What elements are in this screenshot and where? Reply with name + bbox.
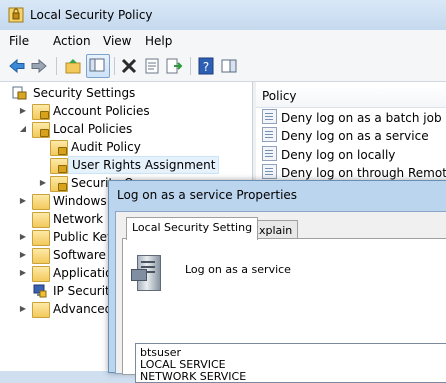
accounts-listbox[interactable]: btsuser LOCAL SERVICE NETWORK SERVICE bbox=[135, 343, 446, 383]
security-settings-icon bbox=[12, 86, 27, 100]
policy-row-label: Deny log on as a batch job bbox=[281, 111, 442, 125]
folder-lock-icon bbox=[50, 176, 68, 192]
server-computer-icon bbox=[131, 269, 147, 281]
menu-bar: File Action View Help bbox=[0, 30, 446, 53]
tree-label: Windows bbox=[53, 194, 107, 208]
expand-arrow-icon[interactable]: ▶ bbox=[18, 264, 28, 282]
folder-lock-icon bbox=[50, 140, 68, 156]
policy-row-label: Deny log on locally bbox=[281, 148, 396, 162]
menu-action[interactable]: Action bbox=[53, 34, 91, 48]
main-window: Local Security Policy File Action View H… bbox=[0, 0, 446, 383]
policy-setting-icon bbox=[262, 146, 277, 161]
show-hide-tree-button[interactable] bbox=[86, 54, 110, 78]
policy-setting-icon bbox=[262, 127, 277, 142]
tree-label: Network L bbox=[53, 212, 114, 226]
toolbar-separator bbox=[56, 57, 57, 75]
tree-label: Advanced bbox=[53, 302, 113, 316]
tab-local-security-setting[interactable]: Local Security Setting bbox=[126, 217, 259, 240]
security-policy-app-icon bbox=[8, 7, 24, 23]
title-bar[interactable]: Local Security Policy bbox=[0, 0, 446, 30]
policy-row[interactable]: Deny log on as a batch job bbox=[262, 109, 442, 127]
folder-lock-icon bbox=[32, 104, 50, 120]
properties-dialog: Log on as a service Properties Local Sec… bbox=[108, 180, 446, 383]
expand-arrow-icon[interactable]: ▶ bbox=[18, 192, 28, 210]
collapse-arrow-icon[interactable]: ◢ bbox=[18, 120, 28, 138]
policy-row-label: Deny log on as a service bbox=[281, 129, 429, 143]
svg-text:?: ? bbox=[203, 60, 209, 74]
folder-lock-icon bbox=[50, 158, 68, 174]
folder-icon bbox=[32, 194, 50, 210]
tree-label: Local Policies bbox=[53, 122, 133, 136]
menu-view[interactable]: View bbox=[103, 34, 131, 48]
folder-lock-icon bbox=[32, 122, 50, 138]
menu-help[interactable]: Help bbox=[145, 34, 172, 48]
dialog-body: Local Security Setting Explain Log on as… bbox=[115, 211, 446, 383]
folder-icon bbox=[32, 230, 50, 246]
forward-arrow-icon[interactable] bbox=[30, 57, 48, 75]
help-icon[interactable]: ? bbox=[197, 57, 215, 75]
tree-label: User Rights Assignment bbox=[68, 156, 220, 174]
console-tree-icon bbox=[89, 58, 105, 72]
policy-setting-icon bbox=[262, 109, 277, 124]
policy-column-header[interactable]: Policy bbox=[256, 85, 446, 108]
up-folder-icon[interactable] bbox=[64, 57, 82, 75]
tree-label: Account Policies bbox=[53, 104, 150, 118]
expand-arrow-icon[interactable]: ▶ bbox=[18, 102, 28, 120]
policy-row[interactable]: Deny log on as a service bbox=[262, 127, 429, 145]
tree-label: Audit Policy bbox=[71, 140, 141, 154]
tab-page: Log on as a service btsuser LOCAL SERVIC… bbox=[122, 238, 446, 383]
folder-icon bbox=[32, 212, 50, 228]
expand-arrow-icon[interactable]: ▶ bbox=[38, 174, 48, 192]
window-title: Local Security Policy bbox=[30, 8, 153, 22]
delete-x-icon[interactable] bbox=[120, 57, 138, 75]
policy-row[interactable]: Deny log on locally bbox=[262, 146, 395, 164]
policy-row-label: Deny log on through Remote D bbox=[281, 166, 446, 180]
account-item[interactable]: NETWORK SERVICE bbox=[140, 371, 443, 383]
ip-security-icon bbox=[33, 284, 47, 298]
policy-setting-icon bbox=[262, 164, 277, 179]
toolbar-separator bbox=[190, 57, 191, 75]
properties-icon[interactable] bbox=[143, 57, 161, 75]
toolbar-separator bbox=[114, 57, 115, 75]
folder-icon bbox=[32, 302, 50, 318]
export-list-icon[interactable] bbox=[165, 57, 183, 75]
tree-label: Security Settings bbox=[33, 86, 136, 100]
toolbar: ? bbox=[0, 52, 446, 82]
action-pane-icon[interactable] bbox=[220, 57, 238, 75]
folder-icon bbox=[32, 248, 50, 264]
dialog-title: Log on as a service Properties bbox=[117, 188, 298, 202]
expand-arrow-icon[interactable]: ▶ bbox=[18, 246, 28, 264]
setting-name: Log on as a service bbox=[185, 263, 291, 276]
menu-file[interactable]: File bbox=[9, 34, 29, 48]
expand-arrow-icon[interactable]: ▶ bbox=[18, 228, 28, 246]
back-arrow-icon[interactable] bbox=[8, 57, 26, 75]
folder-icon bbox=[32, 266, 50, 282]
expand-arrow-icon[interactable]: ▶ bbox=[18, 300, 28, 318]
